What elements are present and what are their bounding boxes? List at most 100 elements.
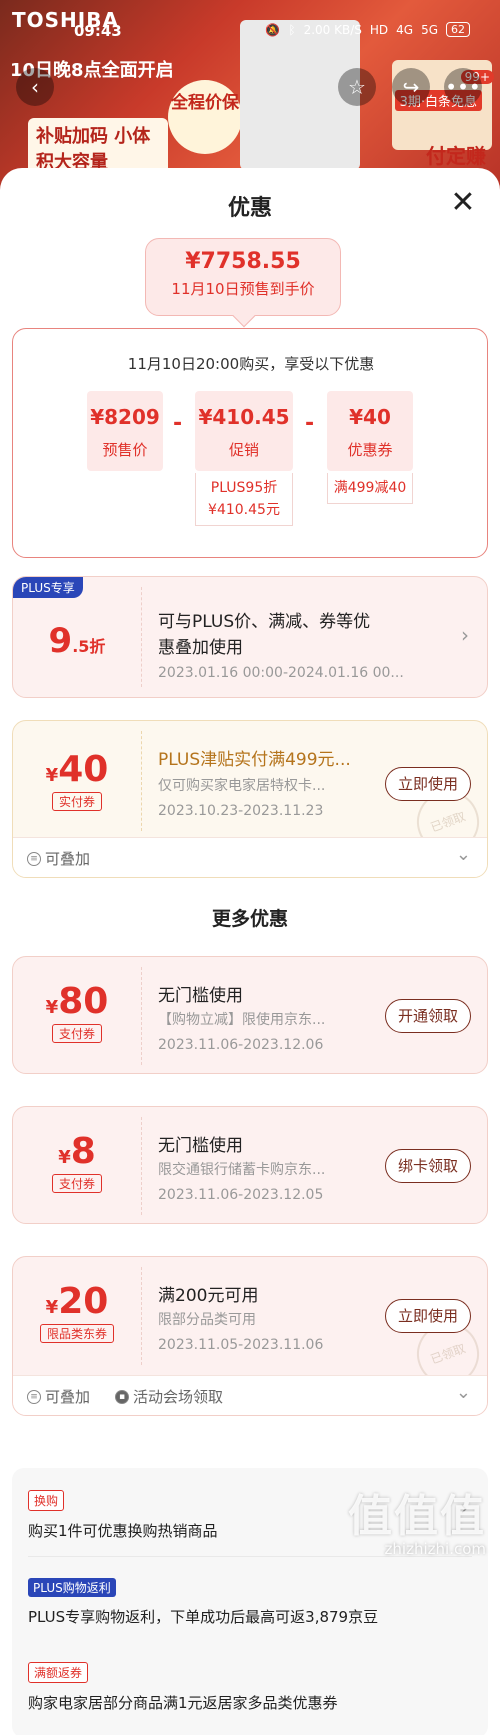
coupon-desc: 限部分品类可用 <box>158 1312 256 1328</box>
coupon-amount-block: ¥40 实付券 <box>13 749 141 811</box>
back-button[interactable]: ‹ <box>16 68 54 106</box>
plus-discount-big: 9 <box>48 621 73 661</box>
coupon-card: ¥8 支付券 无门槛使用 限交通银行储蓄卡购京东... 2023.11.06-2… <box>12 1106 488 1224</box>
coupon-value: ¥40 <box>349 405 391 429</box>
final-price-bubble: ¥7758.55 11月10日预售到手价 <box>145 238 341 328</box>
chevron-left-icon: ‹ <box>31 75 39 99</box>
trade-in-text: 购买1件可优惠换购热销商品 <box>28 1522 218 1540</box>
use-now-button[interactable]: 立即使用 <box>384 1299 471 1333</box>
coupon-amount: ¥20 <box>13 1281 141 1322</box>
signal-icon-1: 4G <box>396 22 414 37</box>
promotion-label: 促销 <box>228 441 259 459</box>
bind-card-claim-button[interactable]: 绑卡领取 <box>384 1149 471 1183</box>
promotion-detail-line1: PLUS95折 <box>210 480 278 496</box>
coupon-type-tag: 实付券 <box>51 792 102 811</box>
presale-price-label: 预售价 <box>102 441 148 459</box>
coupon-card: ¥80 支付券 无门槛使用 【购物立减】限使用京东... 2023.11.06-… <box>12 956 488 1074</box>
status-time: 09:43 <box>74 22 122 40</box>
coupon-divider <box>141 731 142 831</box>
coupon-amount-block: ¥8 支付券 <box>13 1131 141 1193</box>
share-button[interactable]: ↪ <box>392 68 430 106</box>
plus-discount-date: 2023.01.16 00:00-2024.01.16 00... <box>158 665 404 681</box>
coupon-desc: 限交通银行储蓄卡购京东... <box>158 1162 326 1178</box>
close-icon: ✕ <box>450 185 476 220</box>
final-price: ¥7758.55 <box>185 249 301 274</box>
more-button[interactable]: ••• <box>444 68 482 106</box>
coupon-amount-block: ¥80 支付券 <box>13 981 141 1043</box>
coupon-date: 2023.11.05-2023.11.06 <box>158 1337 324 1353</box>
mute-icon: 🔕 <box>265 22 281 37</box>
promotion-detail-line2: ¥410.45元 <box>208 502 280 518</box>
coupon-date: 2023.11.06-2023.12.06 <box>158 1037 324 1053</box>
currency-symbol: ¥ <box>45 765 59 786</box>
plus-rebate-tag: PLUS购物返利 <box>28 1578 116 1597</box>
close-button[interactable]: ✕ <box>448 188 478 220</box>
coupon-desc: 仅可购买家电家居特权卡... <box>158 778 326 794</box>
price-protect-badge: 全程价保 <box>168 80 242 154</box>
status-icons: 🔕 ᛒ 2.00 KB/S HD 4G 5G 62 <box>265 22 470 37</box>
trade-in-tag: 换购 <box>28 1490 65 1511</box>
activate-claim-button[interactable]: 开通领取 <box>384 999 471 1033</box>
bubble-tail <box>232 304 256 328</box>
site-watermark: 值值值 <box>348 1491 486 1542</box>
stackable-note: ≡ 可叠加 <box>27 848 90 869</box>
coupon-date: 2023.11.06-2023.12.05 <box>158 1187 324 1203</box>
deposit-text: 付定赚 <box>426 144 486 168</box>
minus-sign: - <box>173 411 183 436</box>
stack-icon: ≡ <box>27 1389 41 1404</box>
presale-price-value: ¥8209 <box>90 405 160 429</box>
chevron-right-icon: › <box>461 623 469 647</box>
coupon-detail-text: 满499减40 <box>333 480 407 496</box>
plus-discount-title-2: 惠叠加使用 <box>158 638 243 658</box>
coupon-title: 无门槛使用 <box>158 1136 243 1156</box>
coupon-footer: ≡ 可叠加 ▪ 活动会场领取 ⌄ <box>13 1375 487 1415</box>
coupon-amount-value: 8 <box>70 1131 96 1172</box>
venue-icon: ▪ <box>115 1389 129 1404</box>
final-price-subtitle: 11月10日预售到手价 <box>171 280 315 298</box>
coupon-amount: ¥8 <box>13 1131 141 1172</box>
coupon-divider <box>141 1267 142 1365</box>
minus-sign: - <box>305 411 315 436</box>
promotion-value: ¥410.45 <box>198 405 290 429</box>
coupon-label: 优惠券 <box>347 441 393 459</box>
bluetooth-icon: ᛒ <box>288 22 296 37</box>
coupon-amount-block: ¥20 限品类东券 <box>13 1281 141 1343</box>
coupon-divider <box>141 587 142 687</box>
plus-rebate-text: PLUS专享购物返利，下单成功后最高可返3,879京豆 <box>28 1608 379 1626</box>
coupon-title: 无门槛使用 <box>158 986 243 1006</box>
currency-symbol: ¥ <box>45 1297 59 1318</box>
net-speed: 2.00 KB/S <box>303 22 362 37</box>
more-offers-title: 更多优惠 <box>211 908 288 930</box>
coupon-type-tag: 支付券 <box>51 1174 102 1193</box>
breakdown-heading: 11月10日20:00购买，享受以下优惠 <box>127 355 375 373</box>
more-dots-icon: ••• <box>445 75 481 99</box>
favorite-button[interactable]: ☆ <box>338 68 376 106</box>
plus-discount-title-1: 可与PLUS价、满减、券等优 <box>158 612 371 632</box>
stack-icon: ≡ <box>27 851 41 866</box>
stackable-text: 可叠加 <box>45 1388 91 1406</box>
plus-discount-small: .5折 <box>72 637 106 656</box>
coupon-divider <box>141 1117 142 1215</box>
promotion-box: ¥410.45 促销 <box>195 391 293 471</box>
coupon-date: 2023.10.23-2023.11.23 <box>158 803 324 819</box>
use-now-button[interactable]: 立即使用 <box>384 767 471 801</box>
currency-symbol: ¥ <box>58 1147 71 1168</box>
plus-discount-card[interactable]: PLUS专享 9.5折 可与PLUS价、满减、券等优 惠叠加使用 2023.01… <box>12 576 488 698</box>
sheet-title: 优惠 <box>227 196 272 221</box>
status-bar: 09:43 🔕 ᛒ 2.00 KB/S HD 4G 5G 62 <box>0 0 500 40</box>
hd-icon: HD <box>369 22 389 37</box>
venue-claim-note[interactable]: ▪ 活动会场领取 <box>115 1386 223 1407</box>
expand-chevron-icon[interactable]: ⌄ <box>456 844 471 865</box>
coupon-title: 满200元可用 <box>158 1286 259 1306</box>
stackable-note: ≡ 可叠加 <box>27 1386 90 1407</box>
site-watermark-url: zhizhizhi.com <box>384 1540 486 1558</box>
plus-discount-value: 9.5折 <box>13 621 141 661</box>
battery-icon: 62 <box>446 22 470 37</box>
coupon-amount-value: 80 <box>58 981 109 1022</box>
venue-claim-text: 活动会场领取 <box>133 1388 224 1406</box>
plus-discount-amount: 9.5折 <box>49 621 106 661</box>
plus-jintie-coupon: ¥40 实付券 PLUS津贴实付满499元... 仅可购买家电家居特权卡... … <box>12 720 488 878</box>
expand-chevron-icon[interactable]: ⌄ <box>456 1382 471 1403</box>
share-icon: ↪ <box>402 75 420 99</box>
signal-icon-2: 5G <box>421 22 438 37</box>
